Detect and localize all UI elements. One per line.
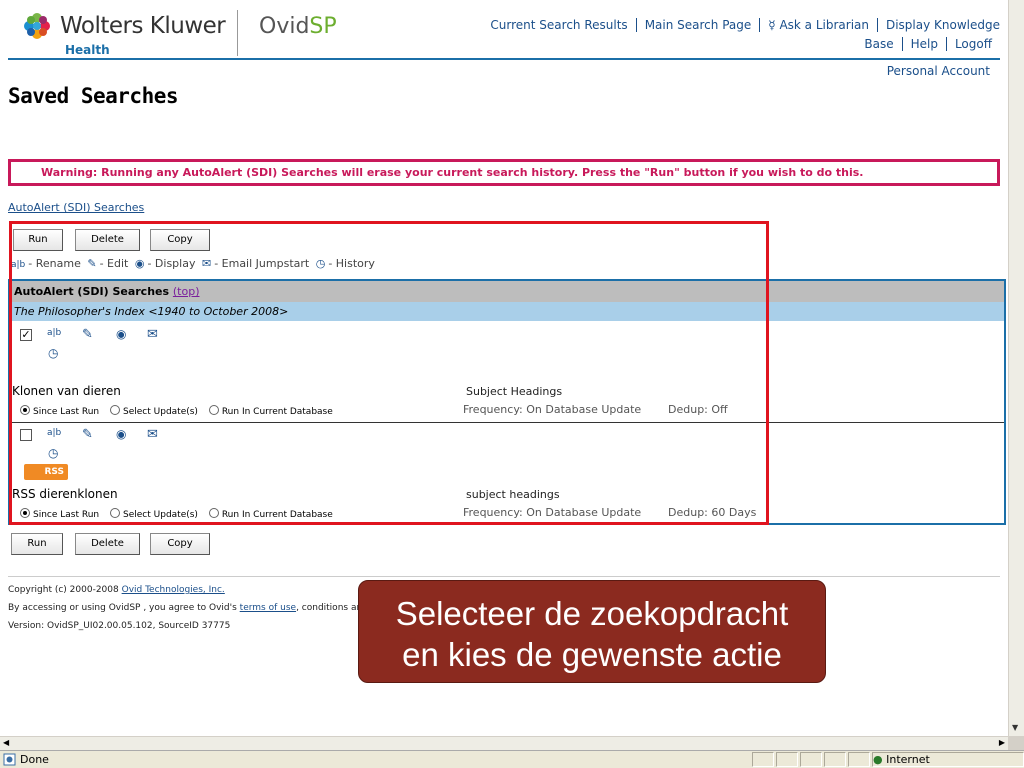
nav-main-search-page[interactable]: Main Search Page xyxy=(635,18,760,32)
display-icon[interactable]: ◉ xyxy=(116,427,130,441)
search-dedup: Dedup: 60 Days xyxy=(668,506,757,519)
run-button-top[interactable]: Run xyxy=(13,229,63,251)
edit-icon[interactable]: ✎ xyxy=(82,427,96,442)
history-icon: ◷ xyxy=(315,257,326,270)
autoalert-results-panel: AutoAlert (SDI) Searches (top) The Philo… xyxy=(8,279,1006,525)
scroll-left-icon[interactable]: ◀ xyxy=(3,738,9,747)
delete-button-bottom[interactable]: Delete xyxy=(75,533,140,555)
select-updates-radio[interactable] xyxy=(110,405,121,415)
version-text: Version: OvidSP_UI02.00.05.102, SourceID… xyxy=(8,621,231,631)
vertical-scrollbar[interactable]: ▼ xyxy=(1008,0,1024,736)
nav-knowledge-base[interactable]: Base xyxy=(856,37,901,51)
rename-icon[interactable]: a|b xyxy=(47,428,61,442)
product-name: OvidSP xyxy=(259,14,337,39)
status-cell xyxy=(848,752,870,767)
header-divider xyxy=(8,58,1000,60)
company-name: Wolters Kluwer xyxy=(60,13,226,39)
database-name: The Philosopher's Index <1940 to October… xyxy=(10,302,1004,321)
scroll-right-icon[interactable]: ▶ xyxy=(999,738,1005,747)
rss-feed-button[interactable]: RSS xyxy=(24,464,68,480)
nav-current-search-results[interactable]: Current Search Results xyxy=(482,18,635,32)
search-dedup: Dedup: Off xyxy=(668,403,728,416)
select-checkbox[interactable] xyxy=(20,429,32,441)
run-current-db-radio[interactable] xyxy=(208,405,219,415)
wolters-kluwer-logo-icon xyxy=(22,11,52,41)
nav-display-knowledge[interactable]: Display Knowledge xyxy=(876,18,1000,32)
status-bar: Done ● Internet xyxy=(0,750,1024,768)
autoalert-section-link[interactable]: AutoAlert (SDI) Searches xyxy=(8,201,144,214)
librarian-icon: ☿ xyxy=(768,18,780,32)
ovid-technologies-link[interactable]: Ovid Technologies, Inc. xyxy=(122,585,225,595)
status-cell xyxy=(800,752,822,767)
horizontal-scrollbar[interactable]: ◀ ▶ xyxy=(0,736,1008,750)
top-navigation: Current Search Results Main Search Page ☿ … xyxy=(440,16,1000,54)
status-cell xyxy=(752,752,774,767)
division-name: Health xyxy=(65,43,110,57)
display-icon[interactable]: ◉ xyxy=(116,327,130,341)
history-icon[interactable]: ◷ xyxy=(48,346,62,360)
search-subject: subject headings xyxy=(466,488,560,501)
search-name: RSS dierenklonen xyxy=(12,487,118,501)
copy-button-bottom[interactable]: Copy xyxy=(150,533,210,555)
page-title: Saved Searches xyxy=(8,84,179,108)
status-cell xyxy=(824,752,846,767)
display-icon: ◉ xyxy=(134,257,145,270)
logo-divider xyxy=(237,10,238,56)
results-header: AutoAlert (SDI) Searches (top) xyxy=(10,281,1004,302)
since-last-run-radio[interactable] xyxy=(20,508,30,518)
since-last-run-radio[interactable] xyxy=(20,405,30,415)
personal-account-link[interactable]: Personal Account xyxy=(887,64,990,78)
nav-ask-librarian[interactable]: ☿ Ask a Librarian xyxy=(759,18,877,32)
rename-icon: a|b xyxy=(11,260,26,270)
instruction-callout: Selecteer de zoekopdracht en kies de gew… xyxy=(358,580,826,683)
scrollbar-corner xyxy=(1008,736,1024,750)
delete-button-top[interactable]: Delete xyxy=(75,229,140,251)
select-updates-radio[interactable] xyxy=(110,508,121,518)
copy-button-top[interactable]: Copy xyxy=(150,229,210,251)
rename-icon[interactable]: a|b xyxy=(47,328,61,342)
row-divider xyxy=(10,422,1004,423)
edit-icon: ✎ xyxy=(87,257,97,270)
history-icon[interactable]: ◷ xyxy=(48,446,62,460)
run-options: Since Last Run Select Update(s) Run In C… xyxy=(12,508,333,520)
page-done-icon xyxy=(3,753,16,766)
email-jumpstart-icon[interactable]: ✉ xyxy=(147,427,161,442)
search-subject: Subject Headings xyxy=(466,385,563,398)
icon-legend: a|b - Rename ✎ - Edit ◉ - Display ✉ - Email … xyxy=(11,257,375,270)
status-cell xyxy=(776,752,798,767)
globe-icon: ● xyxy=(873,753,883,766)
footer: Copyright (c) 2000-2008 Ovid Technologie… xyxy=(8,581,368,635)
search-name: Klonen van dieren xyxy=(12,384,121,398)
edit-icon[interactable]: ✎ xyxy=(82,327,96,342)
run-options: Since Last Run Select Update(s) Run In C… xyxy=(12,405,333,417)
nav-logoff[interactable]: Logoff xyxy=(945,37,1000,51)
page: Wolters Kluwer Health OvidSP Current Sea… xyxy=(0,0,1008,736)
footer-divider xyxy=(8,576,1000,577)
run-button-bottom[interactable]: Run xyxy=(11,533,63,555)
email-jumpstart-icon[interactable]: ✉ xyxy=(147,327,161,342)
terms-of-use-link[interactable]: terms of use xyxy=(240,603,296,613)
nav-help[interactable]: Help xyxy=(901,37,946,51)
warning-banner: Warning: Running any AutoAlert (SDI) Sea… xyxy=(8,159,1000,186)
scroll-down-icon[interactable]: ▼ xyxy=(1012,723,1018,732)
top-link[interactable]: (top) xyxy=(173,285,200,298)
search-frequency: Frequency: On Database Update xyxy=(463,506,642,519)
search-frequency: Frequency: On Database Update xyxy=(463,403,642,416)
status-text: Done xyxy=(20,753,49,766)
email-icon: ✉ xyxy=(201,257,212,270)
select-checkbox[interactable]: ✓ xyxy=(20,329,32,341)
run-current-db-radio[interactable] xyxy=(208,508,219,518)
internet-zone: ● Internet xyxy=(873,753,930,766)
